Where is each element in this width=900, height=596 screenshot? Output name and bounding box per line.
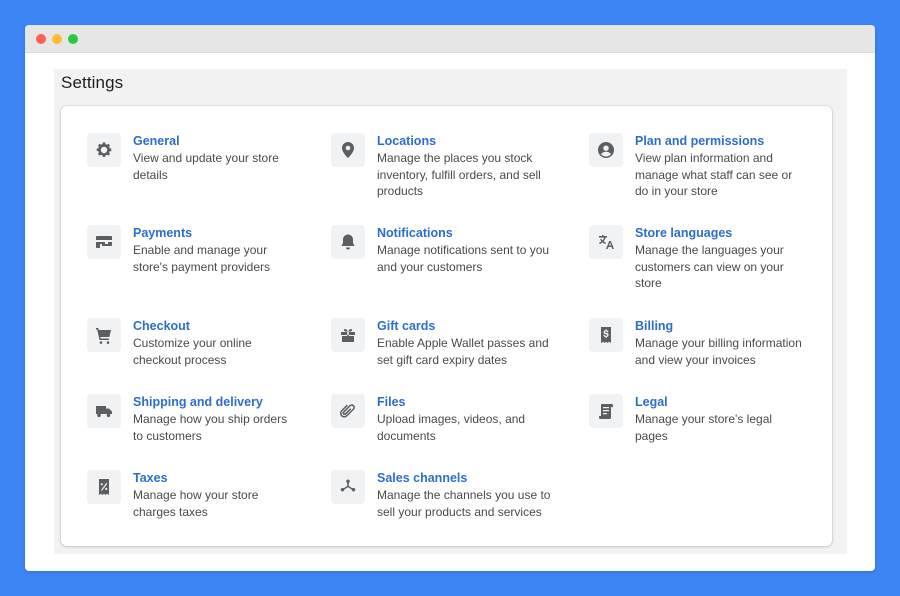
gear-icon — [87, 133, 121, 167]
settings-item-title: Gift cards — [377, 319, 436, 333]
zoom-window-button[interactable] — [68, 34, 78, 44]
settings-item-description: Manage notifications sent to you and you… — [377, 243, 550, 274]
settings-item-title: Sales channels — [377, 471, 468, 485]
settings-item-description: Manage how your store charges taxes — [133, 488, 259, 519]
cart-icon — [87, 318, 121, 352]
settings-item-title: Files — [377, 395, 406, 409]
settings-item-description: Upload images, videos, and documents — [377, 412, 526, 443]
channels-icon — [331, 470, 365, 504]
settings-item-title: Shipping and delivery — [133, 395, 263, 409]
settings-item-description: Manage how you ship orders to customers — [133, 412, 288, 443]
settings-item-title: Store languages — [635, 226, 733, 240]
settings-item-description: Manage the places you stock inventory, f… — [377, 151, 541, 198]
paperclip-icon — [331, 394, 365, 428]
settings-item-description: Enable Apple Wallet passes and set gift … — [377, 336, 549, 367]
window-titlebar — [25, 25, 875, 53]
settings-item-description: View plan information and manage what st… — [635, 151, 793, 198]
settings-item-title: Checkout — [133, 319, 190, 333]
settings-item-description: View and update your store details — [133, 151, 279, 182]
settings-item-description: Customize your online checkout process — [133, 336, 252, 367]
settings-item-description: Manage your billing information and view… — [635, 336, 802, 367]
settings-item-title: Plan and permissions — [635, 134, 765, 148]
settings-item-description: Manage your store's legal pages — [635, 412, 773, 443]
settings-item-title: Taxes — [133, 471, 168, 485]
settings-item-description: Enable and manage your store's payment p… — [133, 243, 271, 274]
settings-item-title: Payments — [133, 226, 193, 240]
user-circle-icon — [589, 133, 623, 167]
settings-item-title: Locations — [377, 134, 437, 148]
settings-item-title: Billing — [635, 319, 674, 333]
payment-card-icon — [87, 225, 121, 259]
close-window-button[interactable] — [36, 34, 46, 44]
bell-icon — [331, 225, 365, 259]
browser-window: Settings General View and update your st… — [25, 25, 875, 571]
minimize-window-button[interactable] — [52, 34, 62, 44]
scroll-icon — [589, 394, 623, 428]
settings-item-title: Notifications — [377, 226, 453, 240]
settings-item-description: Manage the languages your customers can … — [635, 243, 784, 290]
location-pin-icon — [331, 133, 365, 167]
settings-item-title: General — [133, 134, 180, 148]
settings-card: General View and update your store detai… — [61, 106, 832, 546]
settings-item-description: Manage the channels you use to sell your… — [377, 488, 551, 519]
settings-item-title: Legal — [635, 395, 668, 409]
settings-page: Settings General View and update your st… — [54, 69, 847, 554]
gift-icon — [331, 318, 365, 352]
tax-receipt-icon — [87, 470, 121, 504]
truck-icon — [87, 394, 121, 428]
translate-icon — [589, 225, 623, 259]
receipt-dollar-icon — [589, 318, 623, 352]
page-title: Settings — [61, 73, 124, 92]
